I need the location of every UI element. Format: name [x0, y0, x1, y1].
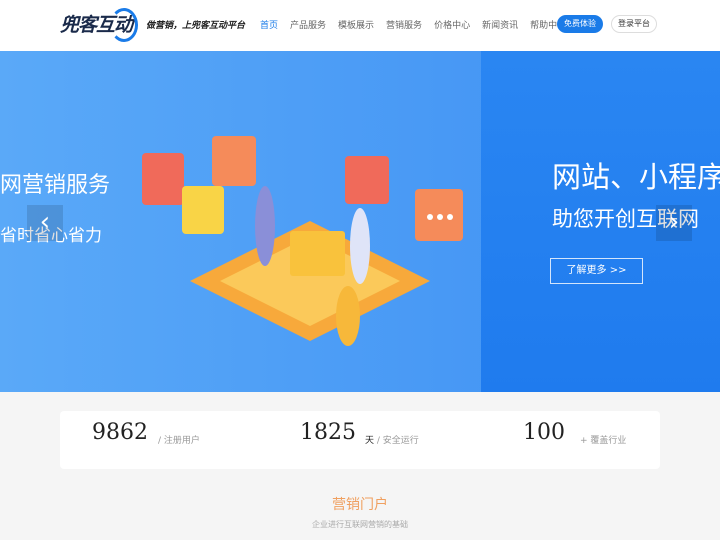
- nav-products[interactable]: 产品服务: [290, 18, 326, 31]
- stat-days-label: 天 / 安全运行: [365, 433, 419, 446]
- free-trial-button[interactable]: 免费体验: [557, 15, 603, 33]
- stat-days-value: 1825: [300, 420, 356, 445]
- learn-more-button[interactable]: 了解更多 >>: [550, 258, 643, 284]
- stat-days-text: / 安全运行: [376, 436, 419, 446]
- nav-home[interactable]: 首页: [260, 18, 278, 31]
- stats-panel: 9862 / 注册用户 1825 天 / 安全运行 100 + 覆盖行业: [60, 411, 660, 469]
- logo-ring-icon: [110, 8, 138, 42]
- section-title: 营销门户: [332, 497, 388, 513]
- section-subtitle: 企业进行互联网营销的基础: [312, 520, 408, 529]
- hero-carousel[interactable]: 网营销服务 省时省心省力 网站、小程序 助您开创互联网 了解更多 >> ‹ ›: [0, 51, 720, 392]
- login-button[interactable]: 登录平台: [611, 15, 657, 33]
- stat-industries-value: 100: [523, 420, 565, 445]
- nav-news[interactable]: 新闻资讯: [482, 18, 518, 31]
- stat-days-unit: 天: [365, 436, 375, 446]
- marketing-illustration: [142, 136, 463, 346]
- stat-users-value: 9862: [92, 420, 148, 445]
- nav-templates[interactable]: 模板展示: [338, 18, 374, 31]
- stat-industries-label: + 覆盖行业: [580, 436, 627, 446]
- header: 兜客互动 做营销，上兜客互动平台 首页 产品服务 模板展示 营销服务 价格中心 …: [0, 0, 720, 51]
- nav-marketing[interactable]: 营销服务: [386, 18, 422, 31]
- stat-users-label: / 注册用户: [158, 436, 200, 446]
- main-nav: 首页 产品服务 模板展示 营销服务 价格中心 新闻资讯 帮助中心: [260, 18, 566, 31]
- next-slide-icon[interactable]: ›: [656, 205, 692, 241]
- nav-pricing[interactable]: 价格中心: [434, 18, 470, 31]
- slogan: 做营销，上兜客互动平台: [146, 21, 246, 31]
- slide-right-title: 网站、小程序: [552, 160, 720, 194]
- prev-slide-icon[interactable]: ‹: [27, 205, 63, 241]
- slide-left-title: 网营销服务: [0, 173, 111, 198]
